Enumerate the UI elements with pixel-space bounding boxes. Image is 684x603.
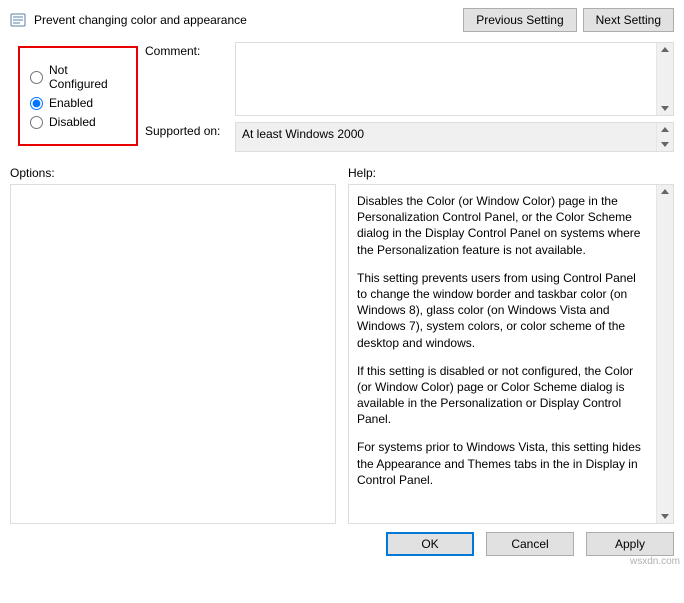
page-title: Prevent changing color and appearance — [34, 13, 457, 27]
radio-enabled-input[interactable] — [30, 97, 43, 110]
watermark: wsxdn.com — [630, 556, 680, 567]
help-label: Help: — [348, 166, 674, 180]
radio-disabled-label: Disabled — [49, 115, 96, 129]
radio-disabled-input[interactable] — [30, 116, 43, 129]
apply-button[interactable]: Apply — [586, 532, 674, 556]
options-panel — [10, 184, 336, 524]
comment-textarea[interactable] — [235, 42, 674, 116]
next-setting-button[interactable]: Next Setting — [583, 8, 674, 32]
radio-not-configured-label: Not Configured — [49, 63, 122, 91]
supported-on-value: At least Windows 2000 — [242, 127, 364, 141]
supported-on-label: Supported on: — [145, 122, 235, 152]
scrollbar[interactable] — [656, 123, 673, 151]
help-paragraph: If this setting is disabled or not confi… — [357, 363, 649, 428]
previous-setting-button[interactable]: Previous Setting — [463, 8, 576, 32]
cancel-button[interactable]: Cancel — [486, 532, 574, 556]
comment-label: Comment: — [145, 42, 235, 116]
help-paragraph: This setting prevents users from using C… — [357, 270, 649, 351]
radio-not-configured[interactable]: Not Configured — [30, 63, 122, 91]
scrollbar[interactable] — [656, 43, 673, 115]
scrollbar[interactable] — [656, 185, 673, 523]
radio-enabled-label: Enabled — [49, 96, 93, 110]
help-panel: Disables the Color (or Window Color) pag… — [348, 184, 674, 524]
radio-enabled[interactable]: Enabled — [30, 96, 122, 110]
radio-not-configured-input[interactable] — [30, 71, 43, 84]
radio-disabled[interactable]: Disabled — [30, 115, 122, 129]
help-paragraph: For systems prior to Windows Vista, this… — [357, 439, 649, 488]
ok-button[interactable]: OK — [386, 532, 474, 556]
policy-icon — [10, 12, 26, 28]
supported-on-field: At least Windows 2000 — [235, 122, 674, 152]
help-paragraph: Disables the Color (or Window Color) pag… — [357, 193, 649, 258]
options-label: Options: — [10, 166, 336, 180]
policy-state-group: Not Configured Enabled Disabled — [18, 46, 138, 146]
